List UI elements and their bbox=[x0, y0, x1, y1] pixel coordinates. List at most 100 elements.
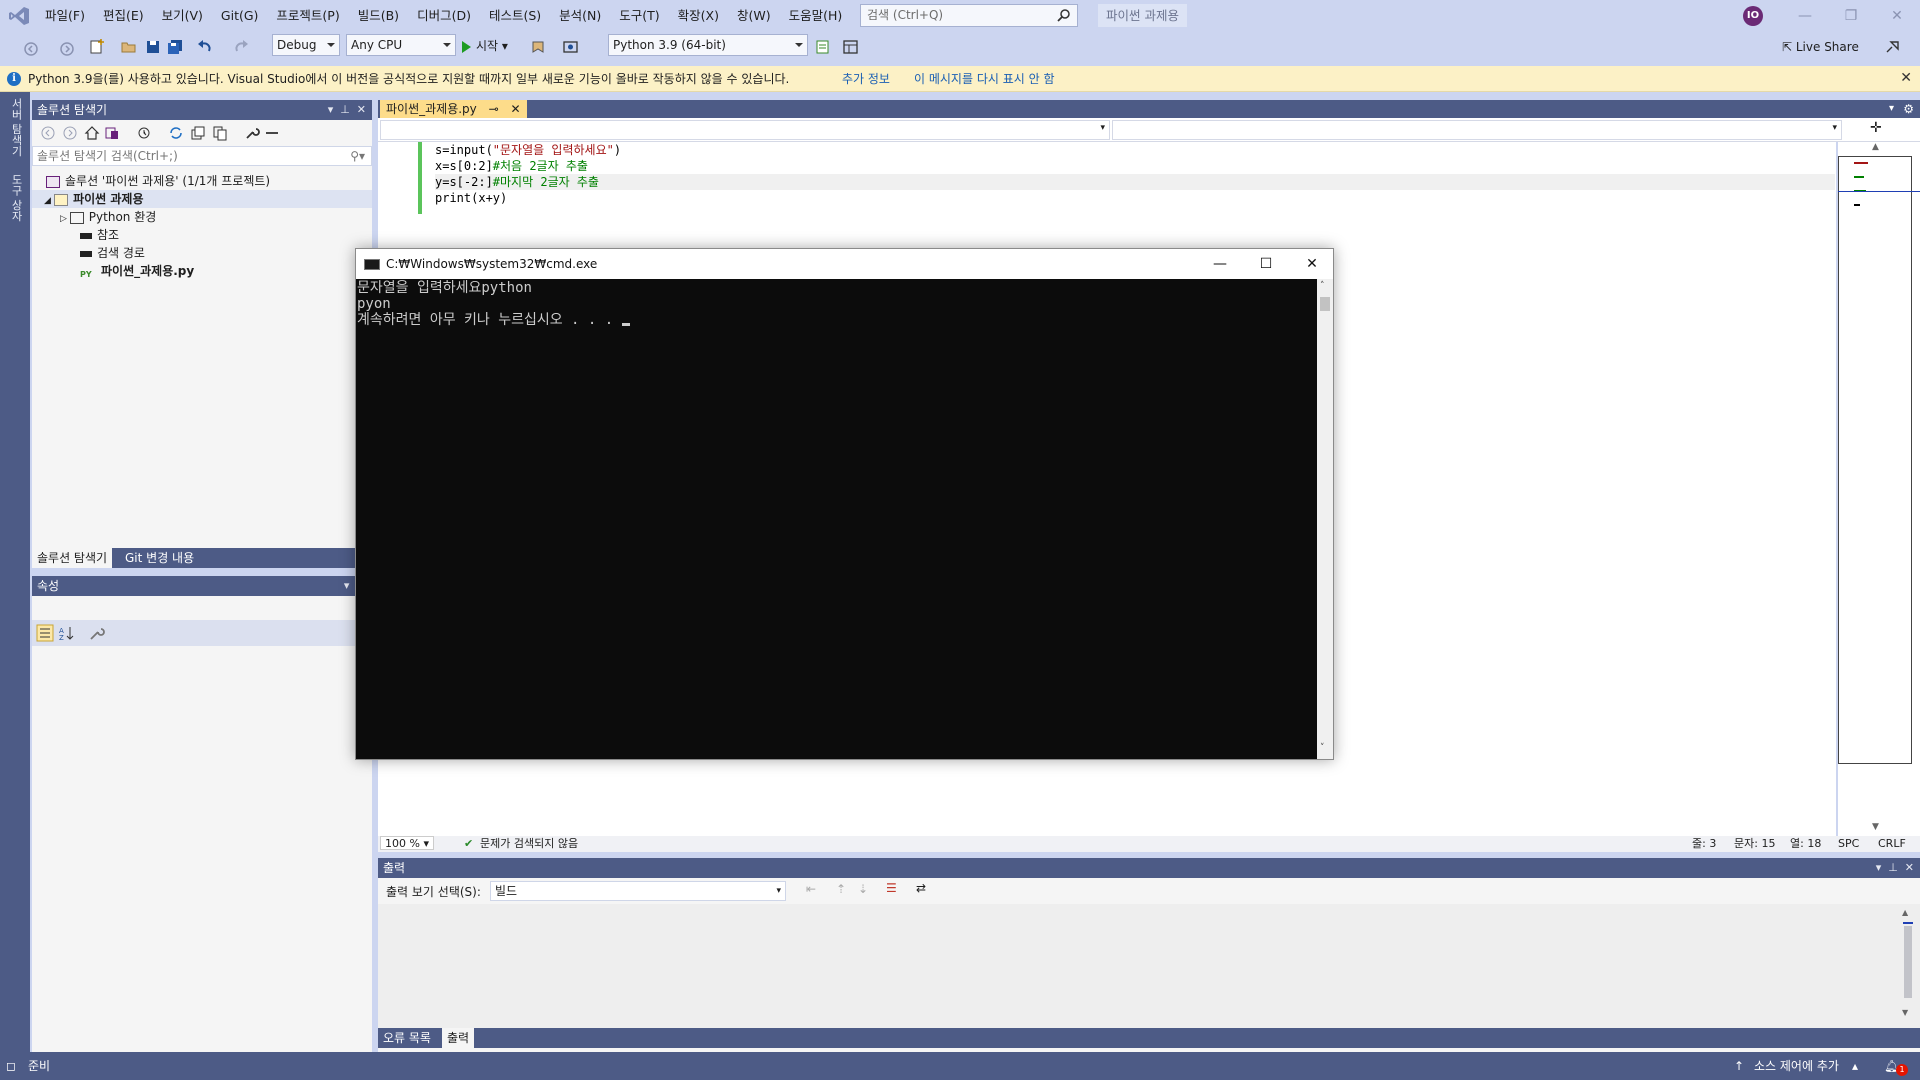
account-avatar[interactable]: IO bbox=[1743, 6, 1763, 26]
scroll-up-icon[interactable]: ▲ bbox=[1872, 142, 1879, 152]
tab-overflow-icon[interactable]: ▾ bbox=[1889, 100, 1894, 118]
gear-icon[interactable]: ⚙ bbox=[1903, 100, 1914, 118]
menu-test[interactable]: 테스트(S) bbox=[480, 0, 550, 32]
tab-python-file[interactable]: 파이썬_과제용.py ⊸ ✕ bbox=[380, 100, 527, 118]
property-pages-wrench-icon[interactable] bbox=[88, 624, 106, 642]
scroll-thumb[interactable] bbox=[1320, 297, 1330, 311]
cmd-maximize-icon[interactable]: ☐ bbox=[1243, 249, 1289, 279]
menu-analyze[interactable]: 분석(N) bbox=[550, 0, 610, 32]
whitespace-mode[interactable]: SPC bbox=[1838, 836, 1859, 852]
output-source-select[interactable]: 빌드 ▾ bbox=[490, 881, 786, 901]
line-ending-mode[interactable]: CRLF bbox=[1878, 836, 1906, 852]
menu-edit[interactable]: 편집(E) bbox=[94, 0, 153, 32]
close-tab-icon[interactable]: ✕ bbox=[511, 102, 521, 116]
minimize-icon[interactable]: — bbox=[1782, 0, 1828, 32]
minimap-scrollbar[interactable]: ▲ ▼ bbox=[1838, 142, 1920, 838]
panel-controls[interactable]: ▾ ⊥ ✕ bbox=[328, 100, 366, 120]
menu-extensions[interactable]: 확장(X) bbox=[669, 0, 728, 32]
menu-view[interactable]: 보기(V) bbox=[153, 0, 212, 32]
tree-python-env[interactable]: ▷ Python 환경 bbox=[60, 208, 156, 226]
menu-tools[interactable]: 도구(T) bbox=[610, 0, 668, 32]
scroll-down-icon[interactable]: ˅ bbox=[1320, 743, 1325, 753]
tree-python-file[interactable]: PY 파이썬_과제용.py bbox=[80, 262, 194, 280]
bookmark-icon[interactable] bbox=[530, 38, 548, 56]
menu-project[interactable]: 프로젝트(P) bbox=[267, 0, 348, 32]
preview-icon[interactable] bbox=[264, 125, 280, 141]
more-info-link[interactable]: 추가 정보 bbox=[842, 66, 890, 92]
forward-icon[interactable] bbox=[58, 40, 76, 58]
pending-changes-icon[interactable] bbox=[136, 125, 152, 141]
panel-controls[interactable]: ▾ ⊥ ✕ bbox=[1876, 858, 1914, 878]
open-folder-icon[interactable] bbox=[120, 38, 138, 56]
output-content[interactable]: ▲ ▼ bbox=[378, 904, 1920, 1028]
scroll-down-icon[interactable]: ▼ bbox=[1902, 1008, 1908, 1017]
minimap-viewport[interactable] bbox=[1838, 156, 1912, 764]
menu-file[interactable]: 파일(F) bbox=[36, 0, 94, 32]
home-icon[interactable] bbox=[84, 125, 100, 141]
switch-views-icon[interactable] bbox=[104, 125, 120, 141]
back-icon[interactable] bbox=[40, 125, 56, 141]
previous-message-icon[interactable]: ⇡ bbox=[836, 882, 846, 896]
new-project-icon[interactable] bbox=[88, 38, 106, 56]
cmd-title-bar[interactable]: C:₩Windows₩system32₩cmd.exe — ☐ ✕ bbox=[356, 249, 1333, 279]
tab-solution-explorer[interactable]: 솔루션 탐색기 bbox=[32, 548, 113, 568]
configuration-select[interactable]: Debug bbox=[272, 34, 340, 56]
menu-git[interactable]: Git(G) bbox=[212, 0, 268, 32]
properties-wrench-icon[interactable] bbox=[244, 125, 260, 141]
scroll-thumb[interactable] bbox=[1904, 926, 1912, 998]
tab-error-list[interactable]: 오류 목록 bbox=[378, 1028, 436, 1048]
show-all-files-icon[interactable] bbox=[212, 125, 228, 141]
toolbox-tab[interactable]: 도구 상자 bbox=[6, 174, 24, 222]
close-icon[interactable]: ✕ bbox=[1874, 0, 1920, 32]
feedback-icon[interactable] bbox=[1884, 38, 1902, 56]
cmd-minimize-icon[interactable]: — bbox=[1197, 249, 1243, 279]
categorized-icon[interactable] bbox=[36, 624, 54, 642]
scroll-down-icon[interactable]: ▼ bbox=[1872, 822, 1879, 832]
back-icon[interactable] bbox=[22, 40, 40, 58]
member-select[interactable]: ▾ bbox=[1112, 120, 1842, 140]
cmd-close-icon[interactable]: ✕ bbox=[1289, 249, 1335, 279]
python-environment-icon[interactable] bbox=[814, 38, 832, 56]
console-output[interactable]: 문자열을 입력하세요python pyon 계속하려면 아무 키나 누르십시오 … bbox=[356, 279, 1317, 759]
next-message-icon[interactable]: ⇣ bbox=[858, 882, 868, 896]
find-message-icon[interactable]: ⇤ bbox=[806, 882, 816, 896]
save-icon[interactable] bbox=[144, 38, 162, 56]
alphabetical-icon[interactable]: AZ bbox=[58, 624, 76, 642]
solution-explorer-search[interactable]: 솔루션 탐색기 검색(Ctrl+;) ⚲▾ bbox=[32, 146, 372, 166]
scope-select[interactable]: ▾ bbox=[380, 120, 1110, 140]
screenshot-icon[interactable] bbox=[562, 38, 580, 56]
visual-studio-logo-icon[interactable] bbox=[8, 6, 30, 26]
pin-icon[interactable]: ⊸ bbox=[489, 102, 499, 116]
redo-icon[interactable] bbox=[232, 38, 250, 56]
issues-status[interactable]: 문제가 검색되지 않음 bbox=[480, 836, 578, 852]
forward-icon[interactable] bbox=[62, 125, 78, 141]
split-editor-icon[interactable]: ✛ bbox=[1870, 120, 1882, 136]
sync-icon[interactable] bbox=[168, 125, 184, 141]
menu-debug[interactable]: 디버그(D) bbox=[408, 0, 480, 32]
tree-search-paths[interactable]: 검색 경로 bbox=[80, 244, 145, 262]
tab-output[interactable]: 출력 bbox=[442, 1028, 475, 1048]
cmd-scrollbar[interactable]: ˄ ˅ bbox=[1317, 279, 1333, 759]
menu-window[interactable]: 창(W) bbox=[728, 0, 780, 32]
start-debug-button[interactable]: 시작 ▾ bbox=[462, 36, 508, 56]
tree-solution[interactable]: 솔루션 '파이썬 과제용' (1/1개 프로젝트) bbox=[46, 172, 270, 190]
search-input[interactable]: 검색 (Ctrl+Q) bbox=[860, 4, 1078, 27]
undo-icon[interactable] bbox=[196, 38, 214, 56]
python-interpreter-select[interactable]: Python 3.9 (64-bit) bbox=[608, 34, 808, 56]
server-explorer-tab[interactable]: 서버 탐색기 bbox=[6, 98, 24, 157]
caret-up-icon[interactable]: ▴ bbox=[1852, 1052, 1858, 1080]
layout-icon[interactable] bbox=[842, 38, 860, 56]
menu-help[interactable]: 도움말(H) bbox=[780, 0, 852, 32]
collapse-all-icon[interactable] bbox=[190, 125, 206, 141]
cmd-window[interactable]: C:₩Windows₩system32₩cmd.exe — ☐ ✕ 문자열을 입… bbox=[355, 248, 1334, 760]
save-all-icon[interactable] bbox=[166, 38, 184, 56]
tab-git-changes[interactable]: Git 변경 내용 bbox=[120, 548, 199, 568]
dont-show-again-link[interactable]: 이 메시지를 다시 표시 안 함 bbox=[914, 66, 1055, 92]
clear-all-icon[interactable]: ☰ bbox=[886, 881, 897, 895]
scroll-up-icon[interactable]: ˄ bbox=[1320, 281, 1325, 291]
menu-build[interactable]: 빌드(B) bbox=[349, 0, 408, 32]
output-scrollbar[interactable]: ▲ ▼ bbox=[1902, 908, 1914, 1024]
tree-references[interactable]: 참조 bbox=[80, 226, 119, 244]
word-wrap-icon[interactable]: ⇄ bbox=[916, 881, 926, 895]
add-to-source-control[interactable]: 소스 제어에 추가 bbox=[1754, 1052, 1839, 1080]
